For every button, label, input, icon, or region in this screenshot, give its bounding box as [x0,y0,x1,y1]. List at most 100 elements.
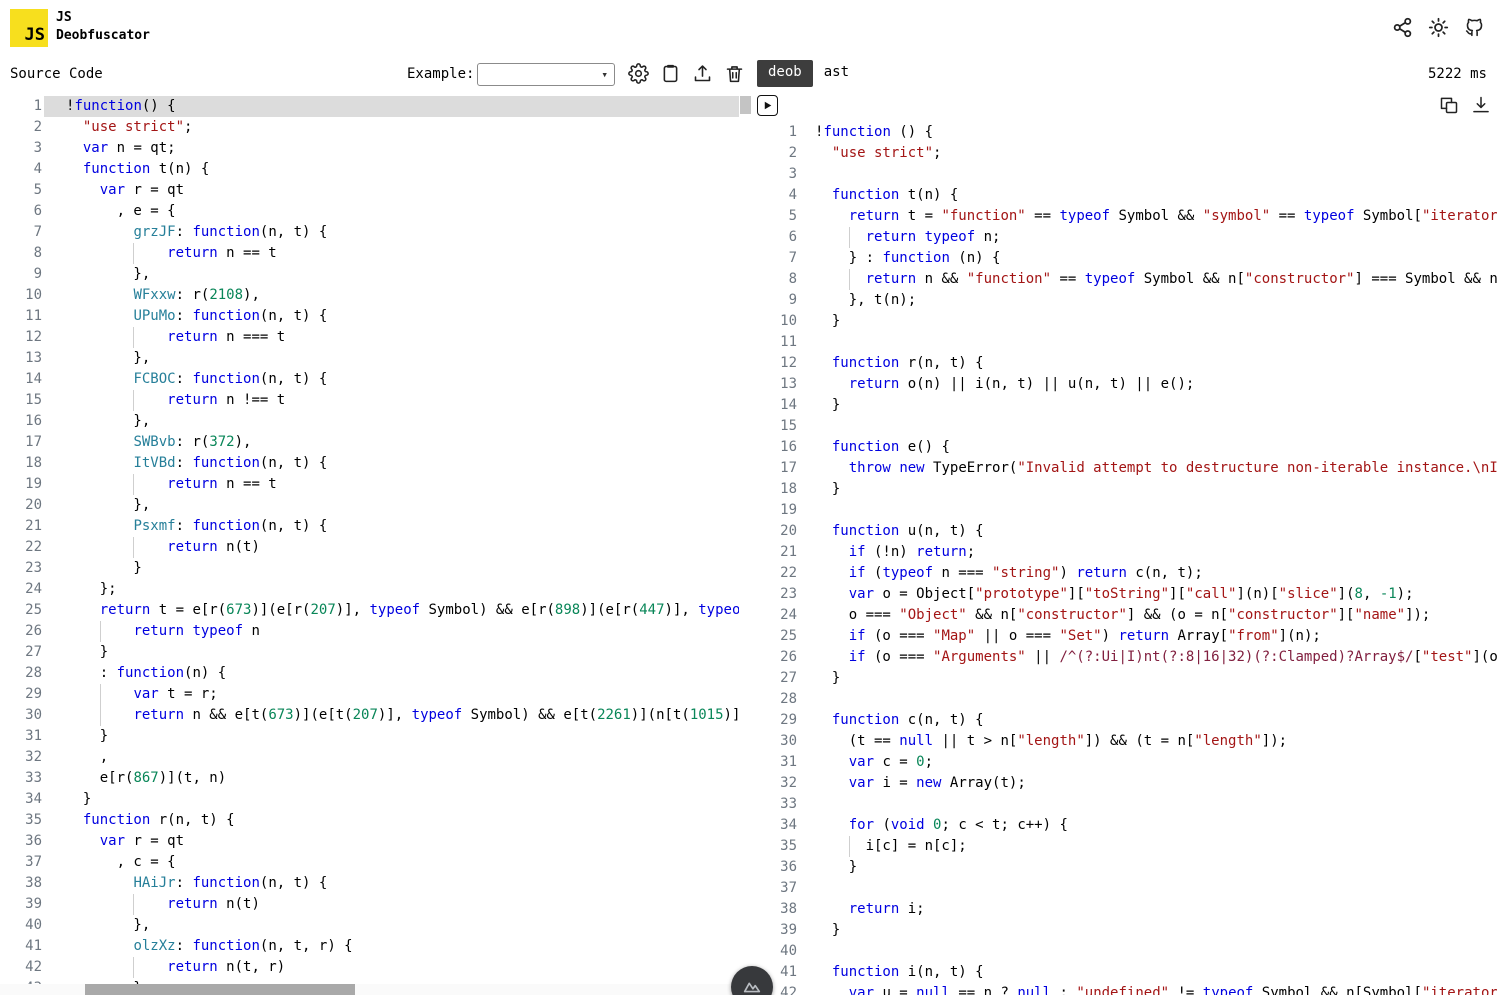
code-line[interactable]: 19 return n == t [0,474,752,495]
code-line[interactable]: 25 if (o === "Map" || o === "Set") retur… [755,626,1497,647]
code-line[interactable]: 32 var i = new Array(t); [755,773,1497,794]
upload-icon[interactable] [691,62,714,85]
download-icon[interactable] [1471,95,1491,115]
code-line[interactable]: 3 var n = qt; [0,138,752,159]
code-line[interactable]: 24 o === "Object" && n["constructor"] &&… [755,605,1497,626]
code-line[interactable]: 36 var r = qt [0,831,752,852]
code-line[interactable]: 10 WFxxw: r(2108), [0,285,752,306]
code-line[interactable]: 29 function c(n, t) { [755,710,1497,731]
code-line[interactable]: 4 function t(n) { [0,159,752,180]
code-line[interactable]: 39 return n(t) [0,894,752,915]
code-line[interactable]: 26 if (o === "Arguments" || /^(?:Ui|I)nt… [755,647,1497,668]
code-line[interactable]: 32 , [0,747,752,768]
example-select[interactable]: ▾ [477,63,615,86]
code-line[interactable]: 8 return n && "function" == typeof Symbo… [755,269,1497,290]
code-line[interactable]: 16 }, [0,411,752,432]
code-line[interactable]: 31 } [0,726,752,747]
code-line[interactable]: 5 return t = "function" == typeof Symbol… [755,206,1497,227]
source-editor[interactable]: 1!function() {2 "use strict";3 var n = q… [0,93,752,995]
trash-icon[interactable] [723,62,746,85]
code-line[interactable]: 41 olzXz: function(n, t, r) { [0,936,752,957]
code-line[interactable]: 27 } [755,668,1497,689]
code-line[interactable]: 18 ItVBd: function(n, t) { [0,453,752,474]
code-line[interactable]: 40 [755,941,1497,962]
code-line[interactable]: 22 return n(t) [0,537,752,558]
code-line[interactable]: 15 return n !== t [0,390,752,411]
code-line[interactable]: 42 var u = null == n ? null : "undefined… [755,983,1497,995]
code-line[interactable]: 7 grzJF: function(n, t) { [0,222,752,243]
brightness-icon[interactable] [1428,17,1449,38]
code-line[interactable]: 13 return o(n) || i(n, t) || u(n, t) || … [755,374,1497,395]
code-line[interactable]: 23 var o = Object["prototype"]["toString… [755,584,1497,605]
code-line[interactable]: 17 throw new TypeError("Invalid attempt … [755,458,1497,479]
code-line[interactable]: 14 } [755,395,1497,416]
code-line[interactable]: 28 : function(n) { [0,663,752,684]
code-line[interactable]: 1!function() { [0,96,752,117]
code-line[interactable]: 31 var c = 0; [755,752,1497,773]
output-editor[interactable]: 1!function () {2 "use strict";34 functio… [755,93,1497,995]
code-line[interactable]: 38 return i; [755,899,1497,920]
code-line[interactable]: 38 HAiJr: function(n, t) { [0,873,752,894]
code-line[interactable]: 8 return n == t [0,243,752,264]
code-line[interactable]: 4 function t(n) { [755,185,1497,206]
source-vertical-scrollbar[interactable] [739,93,752,984]
run-button[interactable] [757,95,778,116]
code-line[interactable]: 17 SWBvb: r(372), [0,432,752,453]
code-line[interactable]: 11 [755,332,1497,353]
code-line[interactable]: 7 } : function (n) { [755,248,1497,269]
source-horizontal-scrollbar[interactable] [0,984,739,995]
code-line[interactable]: 42 return n(t, r) [0,957,752,978]
source-vertical-scrollbar-thumb[interactable] [740,96,751,114]
code-line[interactable]: 12 return n === t [0,327,752,348]
code-line[interactable]: 33 [755,794,1497,815]
code-line[interactable]: 39 } [755,920,1497,941]
code-line[interactable]: 29 var t = r; [0,684,752,705]
code-line[interactable]: 6 return typeof n; [755,227,1497,248]
code-line[interactable]: 23 } [0,558,752,579]
code-line[interactable]: 18 } [755,479,1497,500]
clipboard-icon[interactable] [659,62,682,85]
code-line[interactable]: 16 function e() { [755,437,1497,458]
tab-deob[interactable]: deob [757,60,813,87]
code-line[interactable]: 3 [755,164,1497,185]
code-line[interactable]: 37 [755,878,1497,899]
code-line[interactable]: 13 }, [0,348,752,369]
code-line[interactable]: 14 FCBOC: function(n, t) { [0,369,752,390]
code-line[interactable]: 40 }, [0,915,752,936]
code-line[interactable]: 41 function i(n, t) { [755,962,1497,983]
code-line[interactable]: 15 [755,416,1497,437]
code-line[interactable]: 9 }, t(n); [755,290,1497,311]
code-line[interactable]: 34 } [0,789,752,810]
code-line[interactable]: 11 UPuMo: function(n, t) { [0,306,752,327]
code-line[interactable]: 27 } [0,642,752,663]
code-line[interactable]: 5 var r = qt [0,180,752,201]
code-line[interactable]: 10 } [755,311,1497,332]
code-line[interactable]: 33 e[r(867)](t, n) [0,768,752,789]
code-line[interactable]: 1!function () { [755,122,1497,143]
code-line[interactable]: 37 , c = { [0,852,752,873]
code-line[interactable]: 30 (t == null || t > n["length"]) && (t … [755,731,1497,752]
code-line[interactable]: 35 i[c] = n[c]; [755,836,1497,857]
code-line[interactable]: 2 "use strict"; [755,143,1497,164]
code-line[interactable]: 24 }; [0,579,752,600]
tab-ast[interactable]: ast [813,60,860,87]
code-line[interactable]: 21 Psxmf: function(n, t) { [0,516,752,537]
code-line[interactable]: 19 [755,500,1497,521]
code-line[interactable]: 2 "use strict"; [0,117,752,138]
code-line[interactable]: 6 , e = { [0,201,752,222]
code-line[interactable]: 21 if (!n) return; [755,542,1497,563]
copy-icon[interactable] [1439,95,1459,115]
code-line[interactable]: 20 function u(n, t) { [755,521,1497,542]
code-line[interactable]: 26 return typeof n [0,621,752,642]
code-line[interactable]: 9 }, [0,264,752,285]
code-line[interactable]: 35 function r(n, t) { [0,810,752,831]
source-horizontal-scrollbar-thumb[interactable] [85,984,355,995]
code-line[interactable]: 28 [755,689,1497,710]
github-icon[interactable] [1464,17,1485,38]
code-line[interactable]: 36 } [755,857,1497,878]
gear-icon[interactable] [627,62,650,85]
code-line[interactable]: 22 if (typeof n === "string") return c(n… [755,563,1497,584]
share-icon[interactable] [1392,17,1413,38]
code-line[interactable]: 12 function r(n, t) { [755,353,1497,374]
code-line[interactable]: 25 return t = e[r(673)](e[r(207)], typeo… [0,600,752,621]
